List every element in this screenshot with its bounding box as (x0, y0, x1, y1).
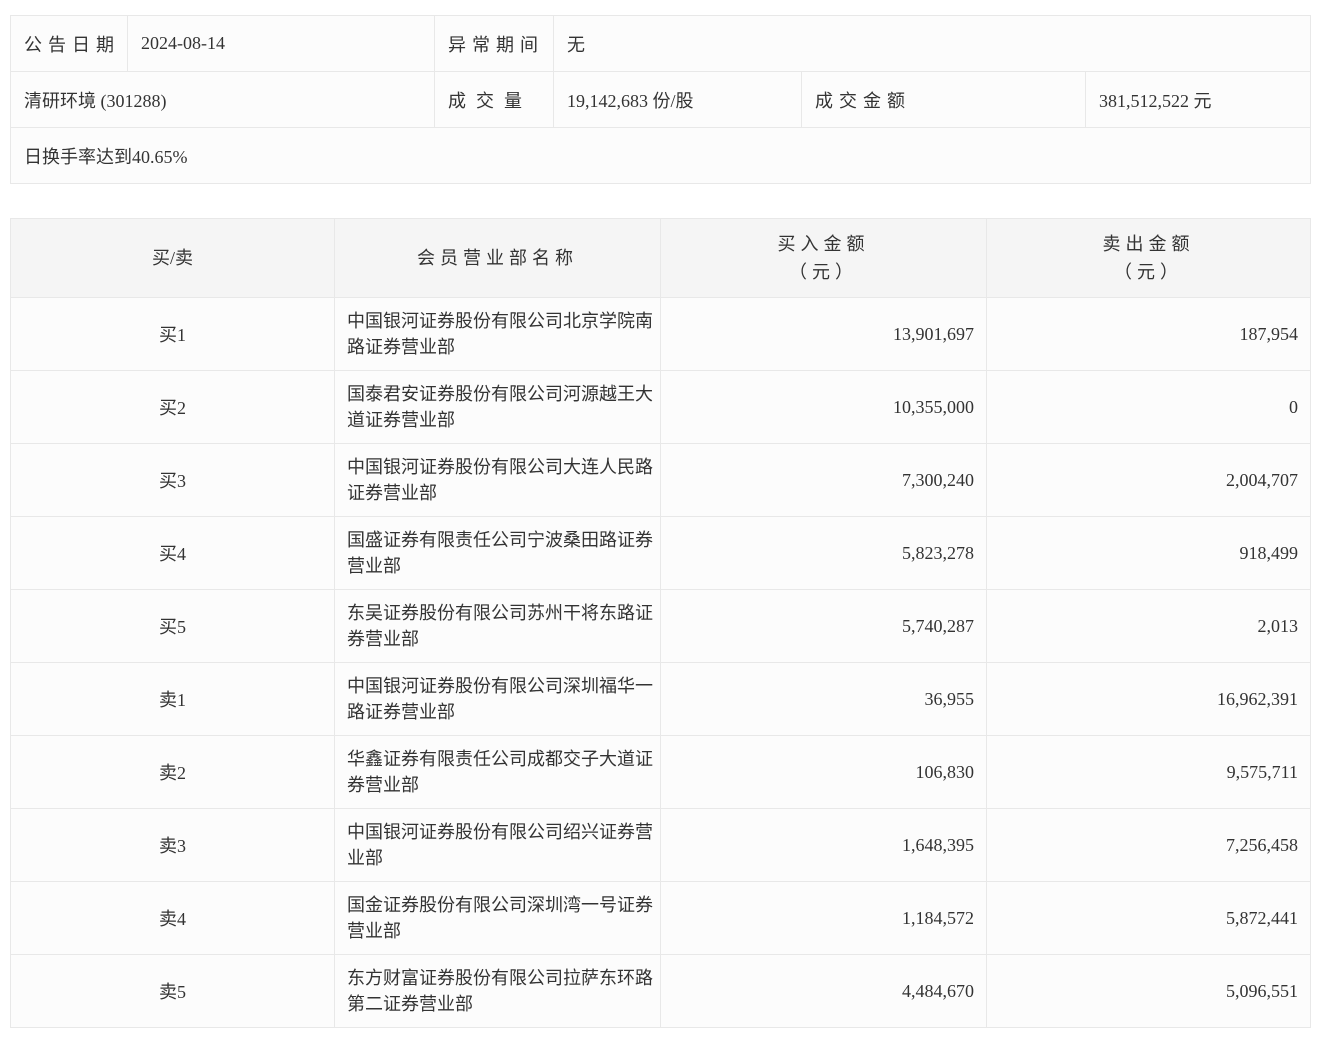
sell-amount: 2,004,707 (986, 443, 1311, 517)
announce-date-label: 公告日期 (10, 15, 128, 72)
buy-amount: 36,955 (660, 662, 987, 736)
side-rank-label: 买4 (10, 516, 335, 590)
broker-name: 东方财富证券股份有限公司拉萨东环路第二证券营业部 (334, 954, 661, 1028)
sell-amount: 2,013 (986, 589, 1311, 663)
volume-value: 19,142,683 份/股 (553, 71, 802, 128)
col-header-buy-unit: （元） (789, 262, 858, 282)
side-rank-label: 卖5 (10, 954, 335, 1028)
broker-name: 国泰君安证券股份有限公司河源越王大道证券营业部 (334, 370, 661, 444)
broker-name: 中国银河证券股份有限公司大连人民路证券营业部 (334, 443, 661, 517)
side-rank-label: 卖1 (10, 662, 335, 736)
side-rank-label: 买3 (10, 443, 335, 517)
broker-name: 国金证券股份有限公司深圳湾一号证券营业部 (334, 881, 661, 955)
summary-row-stock: 清研环境 (301288) 成交量 19,142,683 份/股 成交金额 38… (10, 71, 1312, 128)
broker-name: 中国银河证券股份有限公司北京学院南路证券营业部 (334, 297, 661, 371)
buy-amount: 4,484,670 (660, 954, 987, 1028)
buy-amount: 5,740,287 (660, 589, 987, 663)
side-rank-label: 买1 (10, 297, 335, 371)
sell-amount: 5,872,441 (986, 881, 1311, 955)
side-rank-label: 卖2 (10, 735, 335, 809)
sell-amount: 9,575,711 (986, 735, 1311, 809)
side-rank-label: 买2 (10, 370, 335, 444)
col-header-sell: 卖出金额 （元） (986, 218, 1311, 298)
col-header-sell-unit: （元） (1114, 262, 1183, 282)
col-header-side: 买/卖 (10, 218, 335, 298)
broker-name: 东吴证券股份有限公司苏州干将东路证券营业部 (334, 589, 661, 663)
sell-amount: 5,096,551 (986, 954, 1311, 1028)
broker-name: 国盛证券有限责任公司宁波桑田路证券营业部 (334, 516, 661, 590)
buy-amount: 10,355,000 (660, 370, 987, 444)
buy-amount: 1,648,395 (660, 808, 987, 882)
broker-name: 中国银河证券股份有限公司深圳福华一路证券营业部 (334, 662, 661, 736)
buy-amount: 5,823,278 (660, 516, 987, 590)
col-header-buy-title: 买入金额 (777, 234, 870, 254)
table-row: 买2 国泰君安证券股份有限公司河源越王大道证券营业部 10,355,000 0 (10, 370, 1311, 444)
announce-date-value: 2024-08-14 (127, 15, 435, 72)
table-row: 卖1 中国银河证券股份有限公司深圳福华一路证券营业部 36,955 16,962… (10, 662, 1311, 736)
sell-amount: 7,256,458 (986, 808, 1311, 882)
table-row: 买5 东吴证券股份有限公司苏州干将东路证券营业部 5,740,287 2,013 (10, 589, 1311, 663)
buy-amount: 7,300,240 (660, 443, 987, 517)
broker-name: 中国银河证券股份有限公司绍兴证券营业部 (334, 808, 661, 882)
broker-table-header-row: 买/卖 会员营业部名称 买入金额 （元） 卖出金额 （元） (10, 218, 1311, 298)
table-row: 卖3 中国银河证券股份有限公司绍兴证券营业部 1,648,395 7,256,4… (10, 808, 1311, 882)
sell-amount: 918,499 (986, 516, 1311, 590)
summary-table: 公告日期 2024-08-14 异常期间 无 清研环境 (301288) 成交量… (9, 15, 1312, 184)
lhb-trading-page: 公告日期 2024-08-14 异常期间 无 清研环境 (301288) 成交量… (0, 0, 1320, 1056)
col-header-sell-title: 卖出金额 (1102, 234, 1195, 254)
table-row: 卖2 华鑫证券有限责任公司成都交子大道证券营业部 106,830 9,575,7… (10, 735, 1311, 809)
table-row: 卖5 东方财富证券股份有限公司拉萨东环路第二证券营业部 4,484,670 5,… (10, 954, 1311, 1028)
sell-amount: 0 (986, 370, 1311, 444)
turnover-label: 成交金额 (801, 71, 1086, 128)
turnover-rate-note: 日换手率达到40.65% (9, 127, 1312, 184)
col-header-broker: 会员营业部名称 (334, 218, 661, 298)
volume-label: 成交量 (434, 71, 554, 128)
turnover-value: 381,512,522 元 (1084, 71, 1312, 128)
sell-amount: 187,954 (986, 297, 1311, 371)
side-rank-label: 卖4 (10, 881, 335, 955)
summary-row-announce: 公告日期 2024-08-14 异常期间 无 (10, 15, 1312, 72)
table-row: 买1 中国银河证券股份有限公司北京学院南路证券营业部 13,901,697 18… (10, 297, 1311, 371)
abnormal-period-value: 无 (552, 15, 1312, 72)
stock-name: 清研环境 (301288) (10, 71, 435, 128)
broker-table: 买/卖 会员营业部名称 买入金额 （元） 卖出金额 （元） 买1 中国银河证券股… (10, 218, 1311, 1028)
sell-amount: 16,962,391 (986, 662, 1311, 736)
buy-amount: 106,830 (660, 735, 987, 809)
side-rank-label: 卖3 (10, 808, 335, 882)
buy-amount: 1,184,572 (660, 881, 987, 955)
summary-row-note: 日换手率达到40.65% (9, 127, 1312, 184)
broker-name: 华鑫证券有限责任公司成都交子大道证券营业部 (334, 735, 661, 809)
table-row: 买4 国盛证券有限责任公司宁波桑田路证券营业部 5,823,278 918,49… (10, 516, 1311, 590)
abnormal-period-label: 异常期间 (434, 15, 554, 72)
col-header-buy: 买入金额 （元） (660, 218, 987, 298)
buy-amount: 13,901,697 (660, 297, 987, 371)
table-row: 买3 中国银河证券股份有限公司大连人民路证券营业部 7,300,240 2,00… (10, 443, 1311, 517)
side-rank-label: 买5 (10, 589, 335, 663)
table-row: 卖4 国金证券股份有限公司深圳湾一号证券营业部 1,184,572 5,872,… (10, 881, 1311, 955)
broker-table-body: 买1 中国银河证券股份有限公司北京学院南路证券营业部 13,901,697 18… (10, 297, 1311, 1028)
